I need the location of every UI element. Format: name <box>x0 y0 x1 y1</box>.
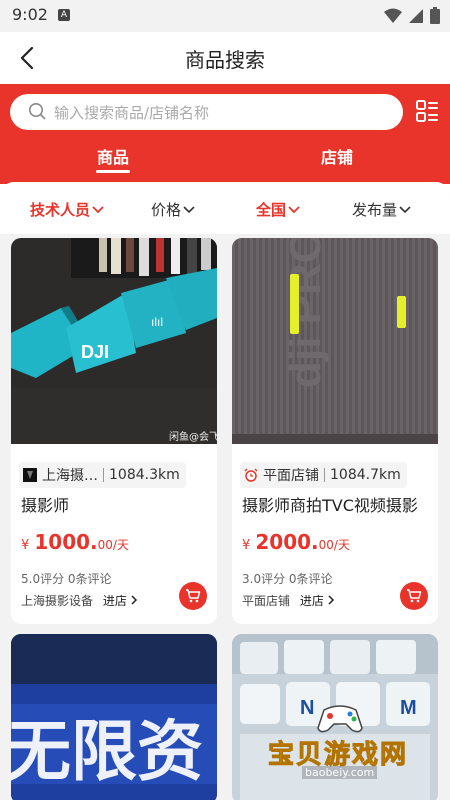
status-icons <box>384 7 440 24</box>
product-price: ¥ 2000.00/天 <box>242 530 350 554</box>
shop-line-name: 上海摄影设备 <box>21 594 94 608</box>
page-title: 商品搜索 <box>185 48 265 72</box>
filter-bar: 技术人员 价格 全国 发布量 <box>0 182 450 234</box>
add-to-cart-button[interactable] <box>400 582 428 610</box>
chevron-down-icon <box>399 205 411 213</box>
add-to-cart-button[interactable] <box>179 582 207 610</box>
shop-avatar-icon <box>23 468 37 482</box>
price-value: 2000. <box>255 530 319 554</box>
product-card[interactable]: dji PRO 平面店铺 1084.7km 摄影师商拍TVC视频摄影 ¥ 200… <box>232 238 438 624</box>
product-price: ¥ 1000.00/天 <box>21 530 129 554</box>
tab-shops[interactable]: 店铺 <box>321 144 353 168</box>
separator <box>103 468 104 482</box>
signal-icon <box>409 8 423 23</box>
filter-label: 全国 <box>256 201 287 219</box>
rating-text: 5.0评分 0条评论 <box>21 572 112 586</box>
cart-icon <box>186 589 201 603</box>
chevron-right-icon <box>328 595 334 605</box>
separator <box>324 468 325 482</box>
chevron-down-icon <box>92 205 104 213</box>
layout-toggle-button[interactable] <box>414 98 440 124</box>
chevron-right-icon <box>131 595 137 605</box>
watermark-url: baobeiy.com <box>302 766 378 779</box>
price-symbol: ¥ <box>21 538 30 553</box>
product-card[interactable]: DJI ılıl 闲鱼@会飞 上海摄… 1084.3km 摄影师 ¥ 1000.… <box>11 238 217 624</box>
alarm-clock-icon <box>244 468 258 482</box>
search-icon <box>29 103 46 120</box>
status-bar: 9:02 A <box>0 0 450 32</box>
search-input[interactable]: 输入搜索商品/店铺名称 <box>10 94 403 130</box>
shop-name: 平面店铺 <box>263 468 319 484</box>
svg-text:DJI: DJI <box>81 342 109 362</box>
distance: 1084.3km <box>109 467 180 483</box>
chevron-down-icon <box>288 205 300 213</box>
search-placeholder: 输入搜索商品/店铺名称 <box>54 104 210 122</box>
filter-technician[interactable]: 技术人员 <box>30 199 104 220</box>
status-time: 9:02 <box>12 5 48 24</box>
price-symbol: ¥ <box>242 538 251 553</box>
distance: 1084.7km <box>330 467 401 483</box>
enter-shop-label: 进店 <box>299 594 324 608</box>
shop-link[interactable]: 上海摄影设备 进店 <box>21 592 138 609</box>
battery-icon <box>430 7 440 24</box>
product-card[interactable]: 无限资 <box>11 634 217 800</box>
watermark-logo: 宝贝游戏网 baobeiy.com <box>267 700 418 780</box>
filter-region[interactable]: 全国 <box>256 199 300 220</box>
product-title: 摄影师商拍TVC视频摄影 <box>242 496 418 515</box>
product-image: dji PRO <box>232 238 438 444</box>
product-image: 无限资 <box>11 634 217 800</box>
product-title: 摄影师 <box>21 496 70 515</box>
price-unit: /天 <box>333 538 350 552</box>
shop-name: 上海摄… <box>42 468 98 484</box>
notification-a-icon: A <box>58 9 70 21</box>
gamepad-icon <box>317 705 363 733</box>
shop-link[interactable]: 平面店铺 进店 <box>242 592 335 609</box>
search-header: 输入搜索商品/店铺名称 商品 店铺 <box>0 84 450 184</box>
filter-label: 价格 <box>151 201 182 219</box>
price-value: 1000. <box>34 530 98 554</box>
svg-text:ılıl: ılıl <box>151 315 163 329</box>
svg-text:dji PRO: dji PRO <box>281 238 330 388</box>
title-bar: 商品搜索 <box>0 32 450 84</box>
filter-price[interactable]: 价格 <box>151 199 195 220</box>
list-grid-icon <box>416 100 438 122</box>
filter-label: 发布量 <box>352 201 398 219</box>
image-caption: 闲鱼@会飞 <box>169 430 217 443</box>
enter-shop-label: 进店 <box>102 594 127 608</box>
shop-distance-row: 平面店铺 1084.7km <box>240 462 407 488</box>
filter-publish-count[interactable]: 发布量 <box>352 199 411 220</box>
shop-distance-row: 上海摄… 1084.3km <box>19 462 186 488</box>
filter-label: 技术人员 <box>30 201 91 219</box>
price-unit: /天 <box>112 538 129 552</box>
price-decimal: 00 <box>318 538 334 552</box>
chevron-down-icon <box>183 205 195 213</box>
svg-text:无限资: 无限资 <box>11 713 203 790</box>
cart-icon <box>407 589 422 603</box>
product-image: DJI ılıl 闲鱼@会飞 <box>11 238 217 444</box>
wifi-icon <box>384 8 402 23</box>
price-decimal: 00 <box>97 538 113 552</box>
tab-products[interactable]: 商品 <box>97 144 129 168</box>
tab-active-indicator <box>96 170 130 173</box>
rating-text: 3.0评分 0条评论 <box>242 572 333 586</box>
shop-line-name: 平面店铺 <box>242 594 291 608</box>
